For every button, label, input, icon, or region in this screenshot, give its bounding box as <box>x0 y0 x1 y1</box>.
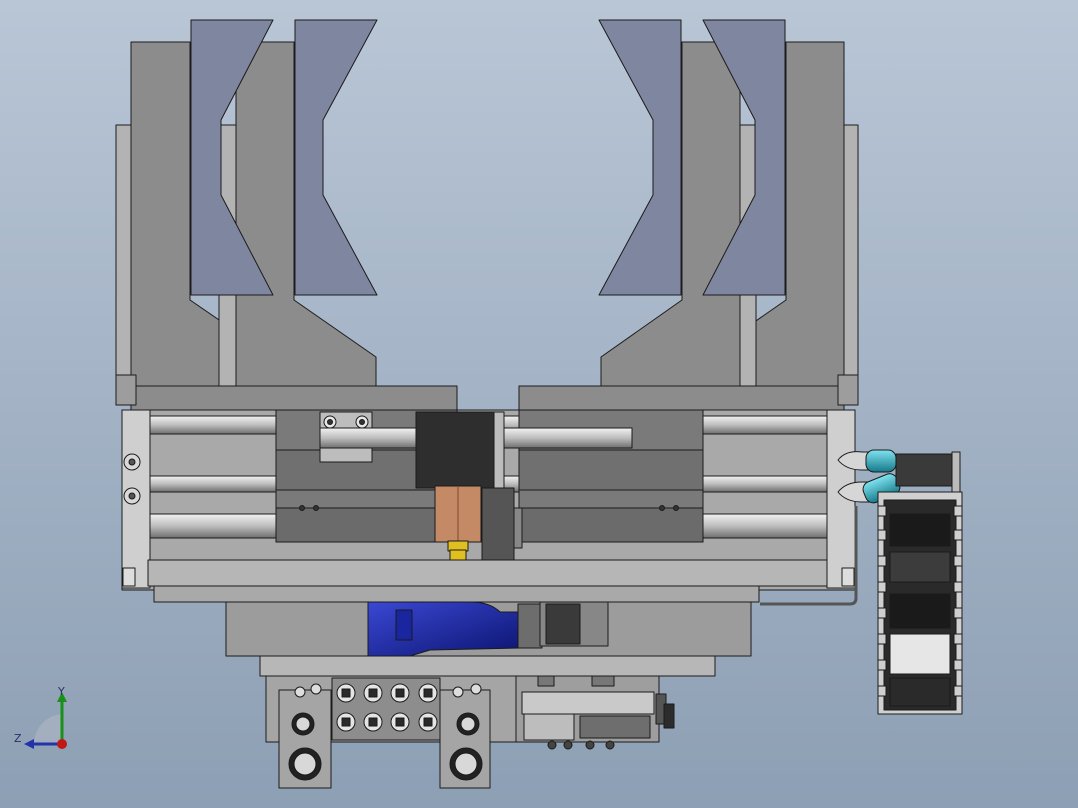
drive-section <box>225 601 752 677</box>
port-fitting <box>294 686 306 698</box>
right-finger-base-step <box>837 374 859 406</box>
cable-carrier-chain <box>877 491 963 715</box>
servo-motor <box>367 601 521 657</box>
housing-bottom-plate <box>147 559 828 587</box>
left-finger-base-step <box>115 374 137 406</box>
cylinder-mount <box>481 487 515 569</box>
motor-coupling <box>517 603 543 649</box>
slide-housing <box>121 409 856 603</box>
drive-base-plate <box>259 655 716 677</box>
triad-z-label: Z <box>14 732 22 745</box>
left-finger-base <box>130 385 458 411</box>
housing-mount-plate <box>153 585 760 603</box>
coordinate-triad-icon: Y Z <box>14 686 67 749</box>
triad-y-label: Y <box>57 686 65 698</box>
cylinder-block <box>415 411 503 489</box>
right-finger-base <box>518 385 845 411</box>
cable-chain-end-block <box>895 453 953 487</box>
gripper-assembly-drawing <box>0 0 1078 808</box>
cad-viewport[interactable]: Y Z <box>0 0 1078 808</box>
